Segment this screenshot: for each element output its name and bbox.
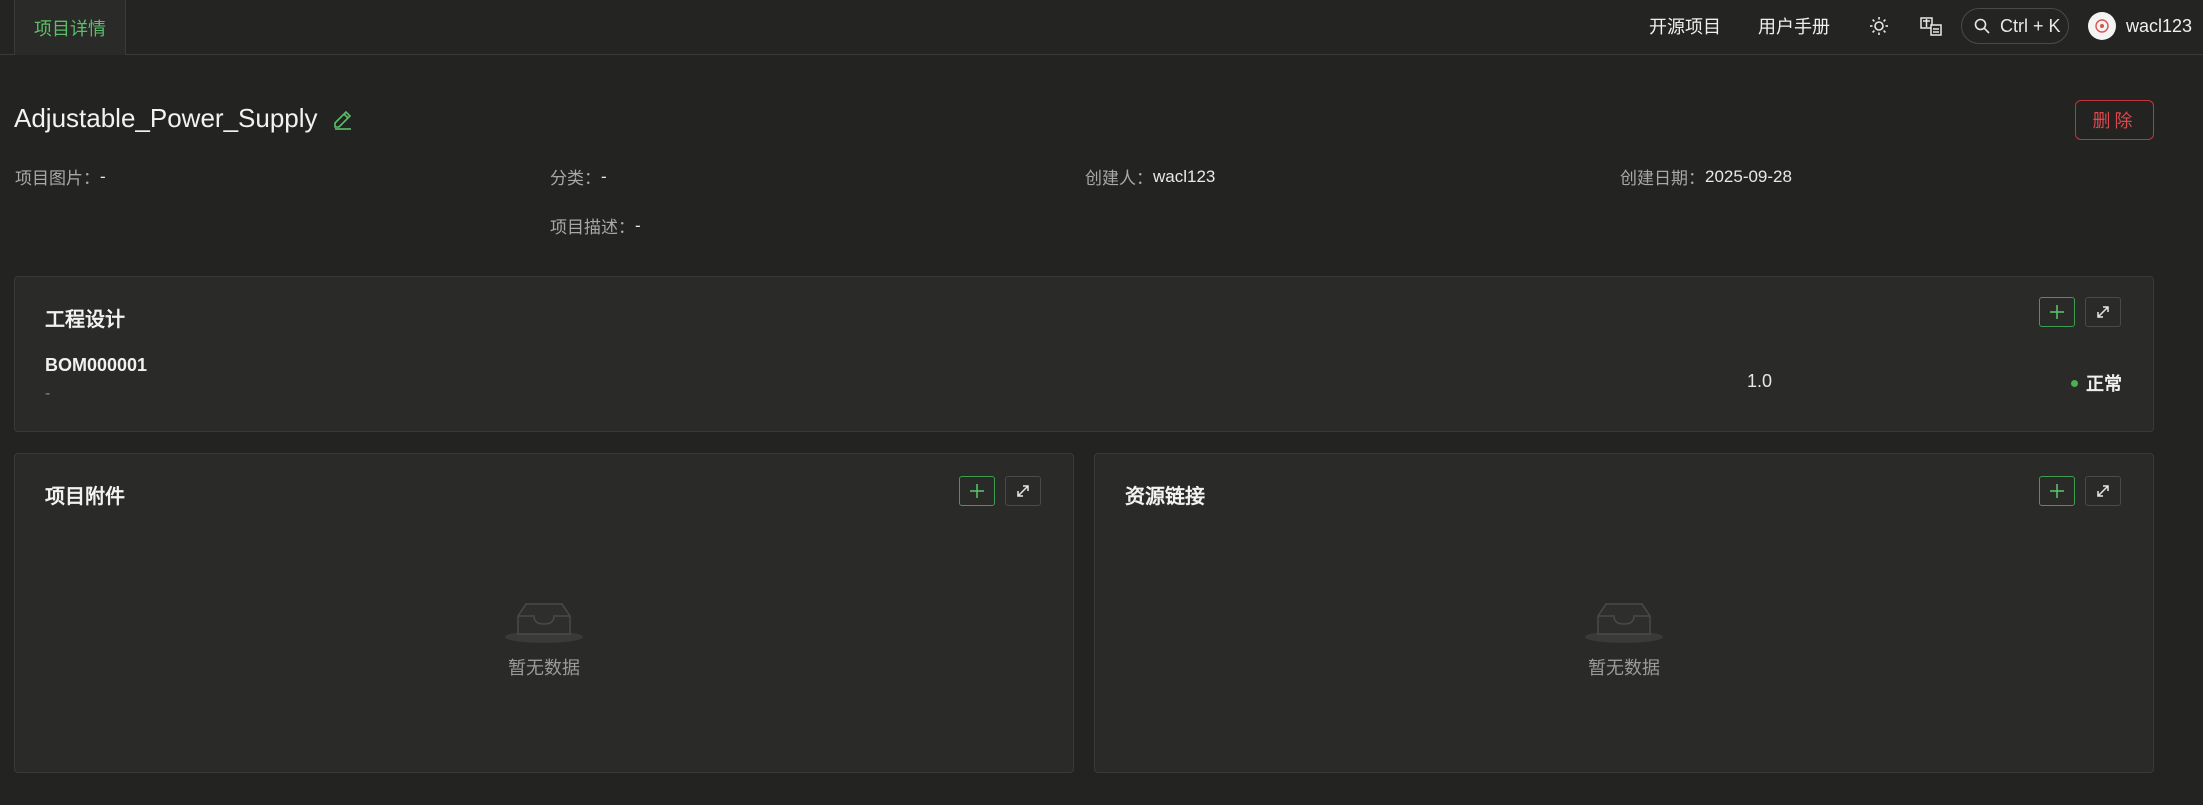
plus-icon [2050, 484, 2064, 498]
expand-resources-button[interactable] [2085, 476, 2121, 506]
bom-version: 1.0 [1747, 371, 1773, 391]
meta-project-image: 项目图片： - [15, 166, 106, 189]
attachments-title: 项目附件 [45, 486, 125, 508]
expand-icon [2097, 306, 2109, 318]
engineering-design-card: 工程设计 BOM000001 - 1.0 正常 [14, 276, 2154, 432]
status-dot-icon [2071, 379, 2078, 387]
plus-icon [970, 484, 984, 498]
empty-inbox-icon [1585, 603, 1663, 643]
page-title: Adjustable_Power_Supply [14, 103, 318, 133]
add-resource-button[interactable] [2039, 476, 2075, 506]
resource-links-title: 资源链接 [1125, 486, 1205, 508]
status-badge: 正常 [2071, 370, 2122, 396]
bom-code[interactable]: BOM000001 [45, 355, 147, 376]
expand-button[interactable] [2085, 297, 2121, 327]
username: wacl123 [2126, 15, 2193, 36]
theme-toggle-sun-icon[interactable] [1864, 11, 1894, 41]
search-button[interactable]: Ctrl + K [1961, 8, 2069, 44]
nav-open-source-projects[interactable]: 开源项目 [1649, 0, 1721, 52]
expand-icon [1017, 485, 1029, 497]
empty-text: 暂无数据 [1588, 658, 1660, 678]
empty-text: 暂无数据 [508, 658, 580, 678]
empty-state: 暂无数据 [484, 594, 604, 680]
meta-creator: 创建人： wacl123 [1085, 166, 1216, 189]
expand-attachments-button[interactable] [1005, 476, 1041, 506]
search-icon [1974, 18, 1990, 34]
nav-user-manual[interactable]: 用户手册 [1758, 0, 1830, 52]
top-bar: 项目详情 开源项目 用户手册 Ctrl + K wacl123 [0, 0, 2203, 55]
search-shortcut-label: Ctrl + K [2000, 15, 2061, 36]
engineering-design-title: 工程设计 [45, 309, 125, 331]
edit-icon[interactable] [332, 108, 356, 132]
meta-description: 项目描述： - [550, 215, 641, 238]
add-button[interactable] [2039, 297, 2075, 327]
add-attachment-button[interactable] [959, 476, 995, 506]
empty-state: 暂无数据 [1564, 594, 1684, 680]
plus-icon [2050, 305, 2064, 319]
language-switch-icon[interactable] [1916, 11, 1946, 41]
meta-created-date: 创建日期： 2025-09-28 [1620, 166, 1792, 189]
status-text: 正常 [2086, 374, 2122, 394]
user-menu[interactable]: wacl123 [2088, 8, 2192, 44]
attachments-card: 项目附件 暂无数据 [14, 453, 1074, 773]
empty-inbox-icon [505, 603, 583, 643]
tab-project-details[interactable]: 项目详情 [14, 0, 126, 55]
bom-subtitle: - [45, 385, 51, 402]
resource-links-card: 资源链接 暂无数据 [1094, 453, 2154, 773]
delete-button[interactable]: 删除 [2075, 100, 2154, 140]
meta-category: 分类： - [550, 166, 607, 189]
expand-icon [2097, 485, 2109, 497]
avatar [2088, 12, 2116, 40]
